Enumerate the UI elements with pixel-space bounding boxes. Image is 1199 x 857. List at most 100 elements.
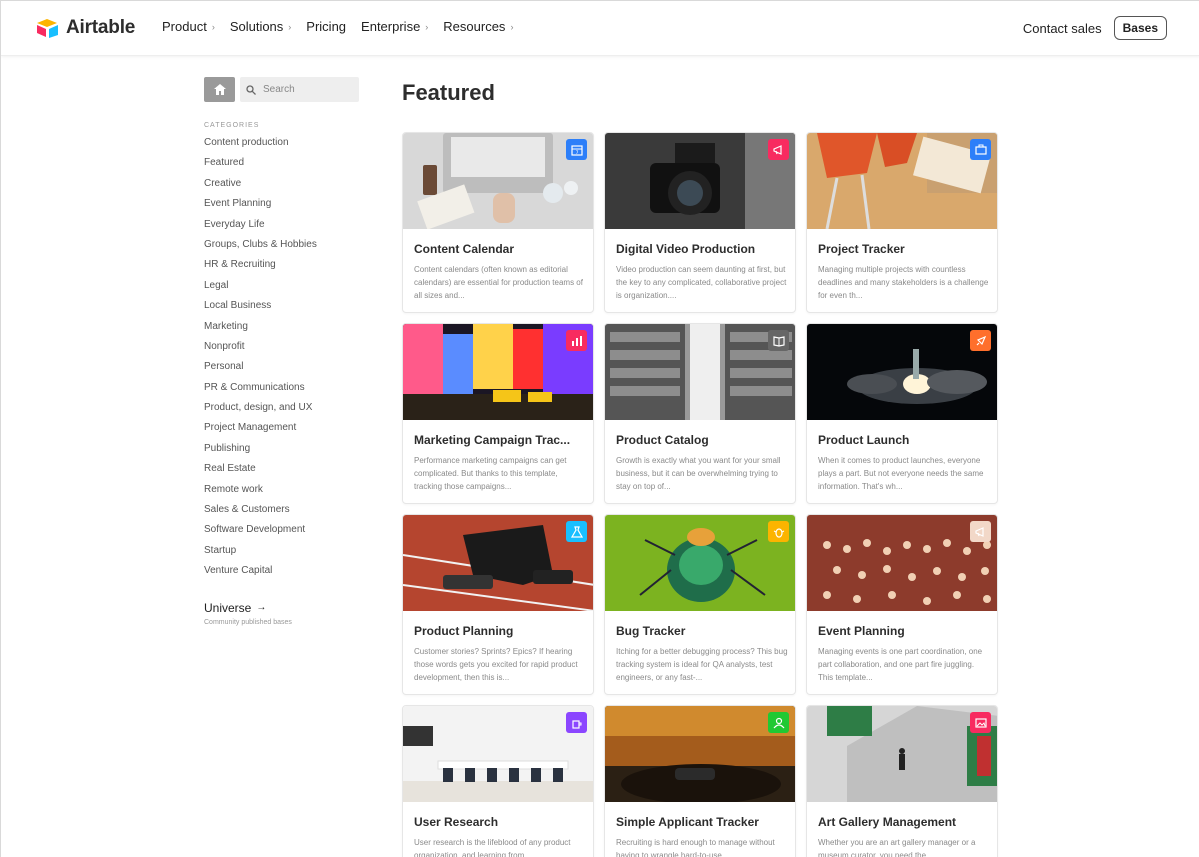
category-item[interactable]: Featured (204, 155, 360, 175)
nav-link-resources[interactable]: Resources › (443, 19, 513, 34)
main-content: Featured 7 Content Calendar Content calend… (402, 77, 998, 857)
template-card[interactable]: Simple Applicant Tracker Recruiting is ha… (604, 705, 796, 857)
card-title: Product Planning (414, 624, 514, 638)
book-icon (768, 330, 789, 351)
nav-link-label: Resources (443, 19, 506, 34)
template-card[interactable]: User Research User research is the lifebl… (402, 705, 594, 857)
browser-frame: Airtable Product › Solutions › Pricing Enterp… (0, 0, 1199, 857)
category-item[interactable]: Publishing (204, 441, 360, 461)
search-input[interactable]: Search (240, 77, 359, 102)
category-item[interactable]: Event Planning (204, 196, 360, 216)
coffee-icon (566, 712, 587, 733)
card-title: Content Calendar (414, 242, 515, 256)
search-placeholder: Search (263, 84, 295, 95)
home-button[interactable] (204, 77, 235, 102)
category-item[interactable]: Personal (204, 359, 360, 379)
category-item[interactable]: Marketing (204, 319, 360, 339)
card-title: Bug Tracker (616, 624, 686, 638)
card-description: Whether you are an art gallery manager o… (818, 838, 976, 857)
category-item[interactable]: Legal (204, 278, 360, 298)
card-description: Content calendars (often known as editor… (414, 265, 583, 300)
chevron-right-icon: › (510, 21, 514, 32)
template-card[interactable]: Event Planning Managing events is one par… (806, 514, 998, 695)
nav-link-pricing[interactable]: Pricing (306, 19, 346, 34)
universe-subtitle: Community published bases (204, 618, 292, 626)
category-item[interactable]: Remote work (204, 482, 360, 502)
category-item[interactable]: Startup (204, 543, 360, 563)
nav-link-enterprise[interactable]: Enterprise › (361, 19, 428, 34)
airtable-logo-icon (37, 19, 58, 38)
category-item[interactable]: Real Estate (204, 461, 360, 481)
category-item[interactable]: Venture Capital (204, 563, 360, 583)
chevron-right-icon: › (288, 21, 292, 32)
contact-sales-link[interactable]: Contact sales (1023, 21, 1102, 36)
sidebar: Search CATEGORIES Content production Feat… (204, 77, 360, 626)
category-item[interactable]: Content production (204, 135, 360, 155)
nav-link-label: Enterprise (361, 19, 421, 34)
category-item[interactable]: Local Business (204, 298, 360, 318)
bases-button[interactable]: Bases (1113, 16, 1167, 40)
arrow-right-icon: → (256, 602, 267, 614)
chevron-right-icon: › (425, 21, 429, 32)
sidebar-top: Search (204, 77, 360, 102)
card-description: User research is the lifeblood of any pr… (414, 838, 571, 857)
page-title: Featured (402, 80, 495, 105)
template-card[interactable]: Product Planning Customer stories? Sprint… (402, 514, 594, 695)
bug-icon (768, 521, 789, 542)
category-item[interactable]: Everyday Life (204, 217, 360, 237)
brand-name: Airtable (66, 17, 136, 38)
nav-link-label: Product (162, 19, 207, 34)
nav-right: Contact sales Bases (1023, 16, 1167, 40)
nav-links: Product › Solutions › Pricing Enterprise › Reso… (162, 19, 513, 34)
svg-text:7: 7 (575, 150, 578, 156)
megaphone-icon (768, 139, 789, 160)
category-item[interactable]: Software Development (204, 522, 360, 542)
megaphone-icon (970, 521, 991, 542)
categories-heading: CATEGORIES (204, 122, 260, 129)
briefcase-icon (970, 139, 991, 160)
chevron-right-icon: › (211, 21, 215, 32)
card-description: Managing multiple projects with countles… (818, 265, 989, 300)
category-list: Content production Featured Creative Event … (204, 135, 360, 584)
top-navigation: Airtable Product › Solutions › Pricing Enterp… (1, 1, 1199, 56)
universe-link[interactable]: Universe → (204, 601, 360, 615)
category-item[interactable]: Sales & Customers (204, 502, 360, 522)
calendar-icon: 7 (566, 139, 587, 160)
category-item[interactable]: Product, design, and UX (204, 400, 360, 420)
rocket-icon (970, 330, 991, 351)
card-description: Recruiting is hard enough to manage with… (616, 838, 775, 857)
picture-icon (970, 712, 991, 733)
category-item[interactable]: HR & Recruiting (204, 257, 360, 277)
search-icon (246, 84, 256, 95)
template-card[interactable]: Bug Tracker Itching for a better debuggin… (604, 514, 796, 695)
home-icon (213, 84, 226, 95)
template-card[interactable]: 7 Content Calendar Content calendars (ofte… (402, 132, 594, 313)
category-item[interactable]: PR & Communications (204, 380, 360, 400)
nav-link-label: Solutions (229, 19, 284, 34)
nav-link-product[interactable]: Product › (162, 19, 215, 34)
card-description: When it comes to product launches, every… (818, 456, 984, 491)
card-title: Project Tracker (818, 242, 905, 256)
card-title: Event Planning (818, 624, 905, 638)
template-card[interactable]: Product Launch When it comes to product l… (806, 323, 998, 504)
nav-link-solutions[interactable]: Solutions › (230, 19, 291, 34)
category-item[interactable]: Groups, Clubs & Hobbies (204, 237, 360, 257)
airtable-logo[interactable]: Airtable (36, 16, 135, 40)
template-card[interactable]: Product Catalog Growth is exactly what yo… (604, 323, 796, 504)
card-title: Marketing Campaign Trac... (414, 433, 571, 447)
nav-link-label: Pricing (306, 19, 347, 34)
bar-chart-icon (566, 330, 587, 351)
template-card[interactable]: Project Tracker Managing multiple project… (806, 132, 998, 313)
card-description: Managing events is one part coordination… (818, 647, 983, 682)
flask-icon (566, 521, 587, 542)
category-item[interactable]: Creative (204, 176, 360, 196)
template-card[interactable]: Art Gallery Management Whether you are an… (806, 705, 998, 857)
template-card[interactable]: Digital Video Production Video production… (604, 132, 796, 313)
card-description: Growth is exactly what you want for your… (616, 456, 781, 491)
category-item[interactable]: Project Management (204, 420, 360, 440)
card-title: User Research (414, 815, 499, 829)
card-description: Customer stories? Sprints? Epics? If hea… (414, 647, 578, 682)
category-item[interactable]: Nonprofit (204, 339, 360, 359)
card-description: Itching for a better debugging process? … (616, 647, 788, 682)
template-card[interactable]: Marketing Campaign Trac... Performance ma… (402, 323, 594, 504)
